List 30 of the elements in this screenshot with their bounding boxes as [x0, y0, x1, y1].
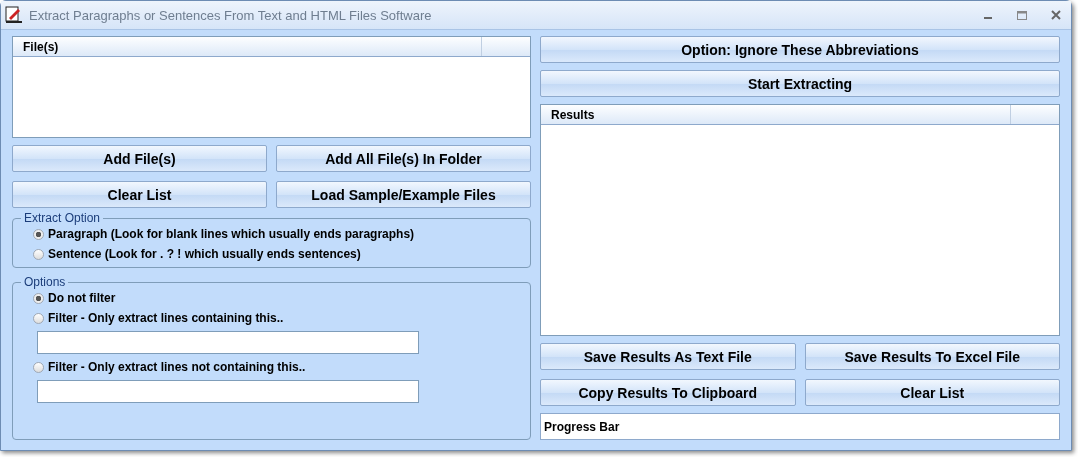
app-icon	[5, 6, 23, 24]
file-button[interactable]: Clear List	[12, 181, 267, 208]
result-button[interactable]: Clear List	[804, 379, 1060, 406]
file-button[interactable]: Add All File(s) In Folder	[276, 145, 531, 172]
radio-label: Filter - Only extract lines containing this..	[48, 311, 284, 325]
action-button[interactable]: Option: Ignore These Abbreviations	[540, 36, 1060, 63]
radio-button[interactable]	[33, 361, 44, 373]
close-icon[interactable]	[1051, 10, 1061, 20]
radio-button[interactable]	[33, 228, 44, 240]
file-button[interactable]: Load Sample/Example Files	[276, 181, 531, 208]
action-button[interactable]: Start Extracting	[540, 70, 1060, 97]
radio-button[interactable]	[33, 312, 44, 324]
radio-button[interactable]	[33, 248, 44, 260]
file-button[interactable]: Add File(s)	[12, 145, 267, 172]
radio-label: Paragraph (Look for blank lines which usually ends paragraphs)	[48, 227, 415, 241]
filter-field[interactable]	[37, 331, 419, 354]
radio-label: Filter - Only extract lines not containing this..	[48, 360, 306, 374]
results-list[interactable]: Results	[540, 104, 1060, 336]
files-list[interactable]: File(s)	[12, 36, 531, 138]
window-title: Extract Paragraphs or Sentences From Text and HTML Files Software	[29, 7, 433, 23]
group-title: Extract Option	[23, 211, 102, 225]
maximize-icon[interactable]	[1017, 10, 1027, 20]
radio-button[interactable]	[33, 292, 44, 304]
radio-label: Sentence (Look for . ? ! which usually ends sentences)	[48, 247, 361, 261]
result-button[interactable]: Save Results As Text File	[540, 343, 796, 370]
group-title: Options	[23, 275, 67, 289]
result-button[interactable]: Save Results To Excel File	[804, 343, 1060, 370]
result-button[interactable]: Copy Results To Clipboard	[540, 379, 796, 406]
radio-label: Do not filter	[48, 291, 116, 305]
filter-field[interactable]	[37, 380, 419, 403]
